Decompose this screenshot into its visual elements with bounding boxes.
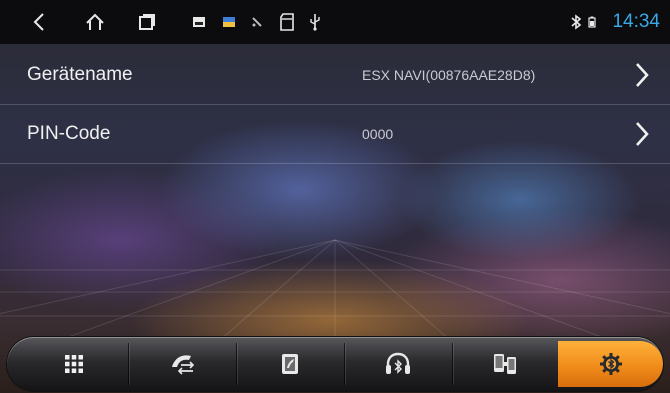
phone-link-icon xyxy=(494,354,516,374)
phone-calls-button[interactable] xyxy=(129,341,235,387)
bluetooth-icon xyxy=(568,0,584,44)
pin-code-value: 0000 xyxy=(362,126,394,142)
phone-calls-icon xyxy=(172,355,195,375)
bluetooth-music-icon xyxy=(386,352,410,374)
back-icon[interactable] xyxy=(26,0,52,44)
apps-grid-icon xyxy=(65,355,83,373)
bluetooth-settings-button[interactable] xyxy=(558,341,663,387)
clock: 14:34 xyxy=(612,11,660,32)
bluetooth-settings-screen: 14:34 Gerätename ESX NAVI(00876AAE28D8) … xyxy=(0,0,670,393)
bluetooth-settings-icon xyxy=(599,353,622,375)
image-icon xyxy=(188,0,210,44)
contacts-button[interactable] xyxy=(237,341,343,387)
pen-icon xyxy=(246,0,268,44)
photo-icon xyxy=(218,0,240,44)
status-bar: 14:34 xyxy=(0,0,670,44)
bottom-dock xyxy=(7,337,663,391)
home-icon[interactable] xyxy=(82,0,108,44)
pin-code-label: PIN-Code xyxy=(27,123,111,144)
device-name-label: Gerätename xyxy=(27,64,133,85)
pin-code-row[interactable]: PIN-Code 0000 xyxy=(0,105,670,164)
bluetooth-music-button[interactable] xyxy=(345,341,451,387)
device-name-row[interactable]: Gerätename ESX NAVI(00876AAE28D8) xyxy=(0,46,670,105)
battery-icon xyxy=(585,0,599,44)
device-name-value: ESX NAVI(00876AAE28D8) xyxy=(362,67,536,83)
usb-icon xyxy=(304,0,326,44)
background-grid-floor xyxy=(0,239,670,340)
recent-apps-icon[interactable] xyxy=(134,0,160,44)
contacts-icon xyxy=(282,354,298,374)
chevron-right-icon[interactable] xyxy=(634,121,650,147)
chevron-right-icon[interactable] xyxy=(634,62,650,88)
sd-card-icon xyxy=(276,0,298,44)
phone-link-button[interactable] xyxy=(453,341,557,387)
apps-grid-button[interactable] xyxy=(21,341,127,387)
